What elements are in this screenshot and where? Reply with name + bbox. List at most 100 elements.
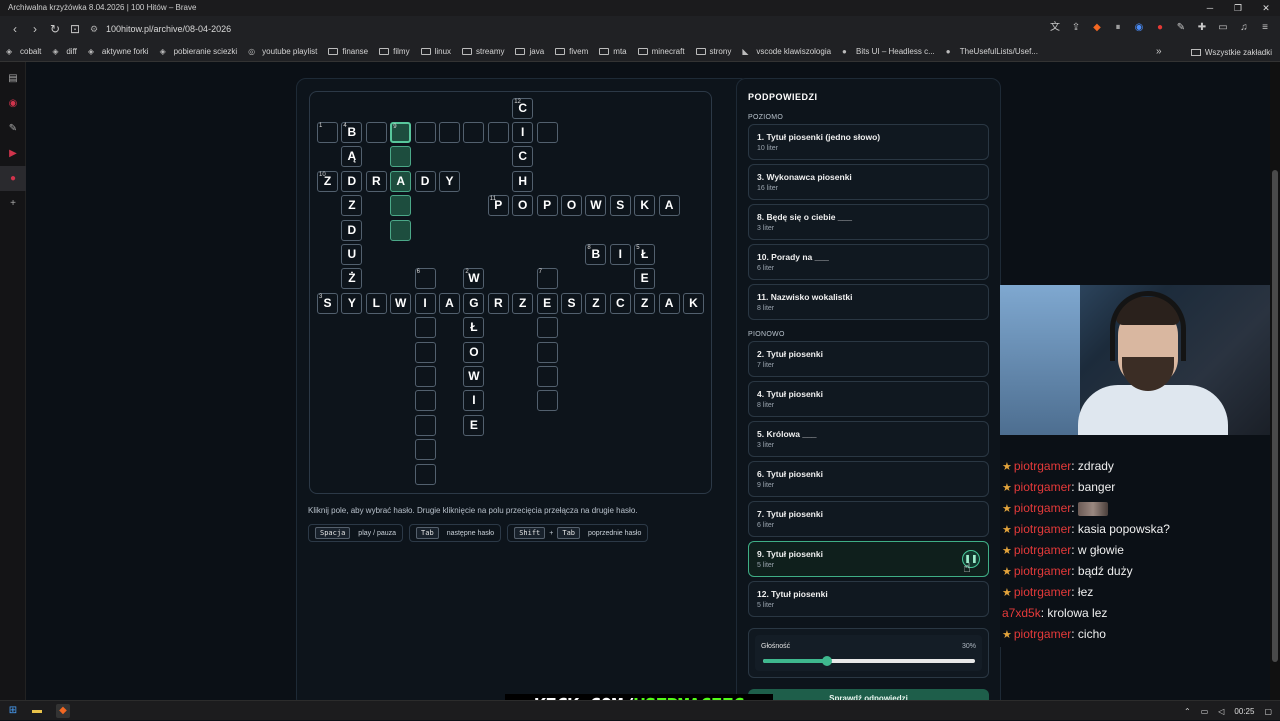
- crossword-cell[interactable]: K: [634, 195, 656, 217]
- bookmark-11[interactable]: mta: [599, 47, 627, 56]
- music-icon[interactable]: ♫: [1237, 20, 1251, 36]
- crossword-cell[interactable]: H: [512, 170, 534, 192]
- crossword-cell[interactable]: Z: [634, 292, 656, 314]
- bookmark-2[interactable]: ◈ aktywne forki: [88, 47, 149, 56]
- crossword-cell[interactable]: D: [341, 219, 363, 241]
- restore-icon[interactable]: ❐: [1224, 0, 1252, 16]
- bookmark-8[interactable]: streamy: [462, 47, 504, 56]
- crossword-cell[interactable]: L: [365, 292, 387, 314]
- bookmark-label[interactable]: streamy: [476, 47, 504, 56]
- bookmark-5[interactable]: finanse: [328, 47, 368, 56]
- check-answers-button[interactable]: Sprawdź odpowiedzi: [748, 689, 989, 700]
- crossword-cell[interactable]: 4B: [341, 122, 363, 143]
- volume-slider[interactable]: [763, 656, 975, 666]
- explorer-icon[interactable]: ▬: [30, 704, 44, 718]
- site-settings-icon[interactable]: ⚙: [90, 24, 106, 35]
- crossword-cell[interactable]: D: [414, 170, 436, 192]
- crossword-cell[interactable]: A: [658, 195, 680, 217]
- crossword-cell[interactable]: Ą: [341, 146, 363, 168]
- bookmark-label[interactable]: pobieranie sciezki: [174, 47, 238, 56]
- crossword-cell[interactable]: R: [365, 170, 387, 192]
- bookmark-label[interactable]: TheUsefulLists/Usef...: [960, 47, 1038, 56]
- forward-icon[interactable]: ›: [25, 22, 45, 36]
- crossword-cell[interactable]: C: [609, 292, 631, 314]
- crossword-cell[interactable]: I: [609, 244, 631, 265]
- crossword-cell[interactable]: 2W: [463, 268, 485, 290]
- crossword-cell[interactable]: 10 Z: [317, 170, 338, 192]
- share-icon[interactable]: ⇪: [1069, 20, 1083, 36]
- crossword-cell[interactable]: S: [561, 292, 582, 314]
- crossword-cell[interactable]: 9: [390, 122, 412, 143]
- sidebar-panel-icon[interactable]: ▤: [0, 66, 26, 91]
- address-bar[interactable]: ⚙ 100hitow.pl/archive/08-04-2026: [90, 19, 1120, 39]
- sidebar-app-icon[interactable]: ◉: [0, 91, 26, 116]
- clue-item[interactable]: 11. Nazwisko wokalistki 8 liter: [748, 284, 989, 320]
- chat-username[interactable]: piotrgamer: [1014, 501, 1071, 515]
- crossword-cell[interactable]: O: [512, 195, 534, 217]
- volume-knob[interactable]: [821, 656, 832, 666]
- crossword-cell[interactable]: K: [683, 292, 704, 314]
- network-icon[interactable]: ▭: [1201, 707, 1209, 716]
- crossword-cell[interactable]: [365, 122, 387, 143]
- notifications-icon[interactable]: ▢: [1264, 707, 1272, 716]
- bookmark-label[interactable]: youtube playlist: [262, 47, 317, 56]
- crossword-cell[interactable]: [487, 122, 509, 143]
- sidebar-brush-icon[interactable]: ✎: [0, 116, 26, 141]
- crossword-cell[interactable]: Z: [512, 292, 534, 314]
- crossword-cell[interactable]: A: [658, 292, 680, 314]
- bookmark-1[interactable]: ◈ diff: [52, 47, 77, 56]
- clue-item[interactable]: 8. Będę się o ciebie ___ 3 liter: [748, 204, 989, 240]
- puzzle-icon[interactable]: ✚: [1195, 20, 1209, 36]
- crossword-cell[interactable]: W: [585, 195, 607, 217]
- start-icon[interactable]: ⊞: [6, 704, 20, 718]
- translate-icon[interactable]: 文: [1048, 20, 1062, 36]
- back-icon[interactable]: ‹: [5, 22, 25, 36]
- bookmark-6[interactable]: filmy: [379, 47, 410, 56]
- crossword-cell[interactable]: O: [561, 195, 582, 217]
- bookmark-10[interactable]: fivem: [555, 47, 588, 56]
- clue-item[interactable]: 1. Tytuł piosenki (jedno słowo) 10 liter: [748, 124, 989, 160]
- extension-red-icon[interactable]: ●: [1153, 20, 1167, 36]
- bookmark-label[interactable]: aktywne forki: [102, 47, 149, 56]
- bookmark-label[interactable]: linux: [435, 47, 451, 56]
- clue-item[interactable]: 9. Tytuł piosenki 5 liter ❚❚: [748, 541, 989, 577]
- crossword-cell[interactable]: 12 C: [512, 97, 534, 119]
- clue-item[interactable]: 4. Tytuł piosenki 8 liter: [748, 381, 989, 417]
- crossword-cell[interactable]: [414, 414, 436, 436]
- crossword-cell[interactable]: U: [341, 244, 363, 265]
- clue-item[interactable]: 10. Porady na ___ 6 liter: [748, 244, 989, 280]
- clue-item[interactable]: 6. Tytuł piosenki 9 liter: [748, 461, 989, 497]
- crossword-cell[interactable]: I: [512, 122, 534, 143]
- crossword-cell[interactable]: E: [463, 414, 485, 436]
- bookmark-label[interactable]: cobalt: [20, 47, 41, 56]
- close-icon[interactable]: ✕: [1252, 0, 1280, 16]
- crossword-cell[interactable]: 7: [536, 268, 558, 290]
- crossword-cell[interactable]: Ż: [341, 268, 363, 290]
- crossword-cell[interactable]: [414, 317, 436, 339]
- crossword-cell[interactable]: [536, 390, 558, 412]
- crossword-cell[interactable]: A: [390, 170, 412, 192]
- volume-icon[interactable]: ◁: [1218, 707, 1224, 716]
- chat-username[interactable]: piotrgamer: [1014, 585, 1071, 599]
- chat-username[interactable]: piotrgamer: [1014, 564, 1071, 578]
- crossword-cell[interactable]: [536, 122, 558, 143]
- crossword-cell[interactable]: 1: [317, 122, 338, 143]
- clue-item[interactable]: 2. Tytuł piosenki 7 liter: [748, 341, 989, 377]
- crossword-cell[interactable]: [536, 341, 558, 363]
- crossword-cell[interactable]: [414, 366, 436, 387]
- crossword-cell[interactable]: [414, 390, 436, 412]
- menu-icon[interactable]: ≡: [1258, 20, 1272, 36]
- bookmark-label[interactable]: Bits UI – Headless c...: [856, 47, 935, 56]
- crossword-cell[interactable]: E: [634, 268, 656, 290]
- tray-chevron-icon[interactable]: ⌃: [1184, 707, 1191, 716]
- crossword-cell[interactable]: G: [463, 292, 485, 314]
- crossword-cell[interactable]: D: [341, 170, 363, 192]
- more-bookmarks-icon[interactable]: »: [1156, 42, 1162, 62]
- bookmark-0[interactable]: ◈ cobalt: [6, 47, 41, 56]
- page-scrollbar[interactable]: [1270, 62, 1280, 700]
- crossword-cell[interactable]: A: [439, 292, 460, 314]
- brave-shield-icon[interactable]: ◆: [1090, 20, 1104, 36]
- crossword-cell[interactable]: R: [487, 292, 509, 314]
- crossword-cell[interactable]: I: [463, 390, 485, 412]
- crossword-cell[interactable]: 11 P: [487, 195, 509, 217]
